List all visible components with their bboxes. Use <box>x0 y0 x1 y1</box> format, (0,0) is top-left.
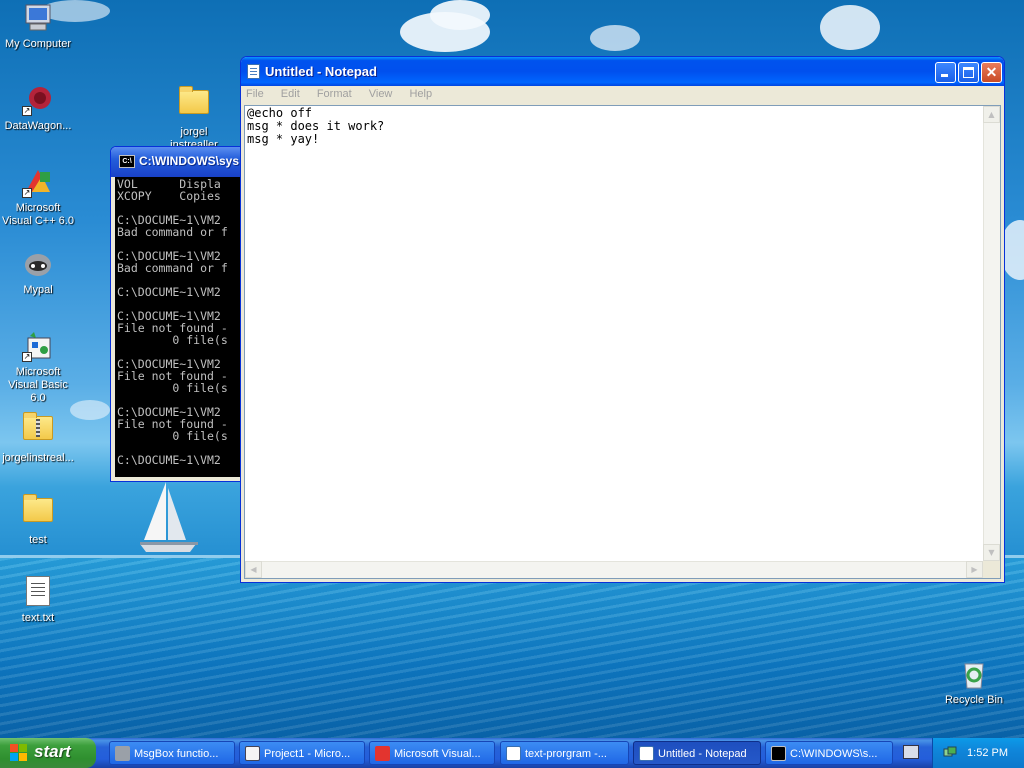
visual-basic-shortcut[interactable]: ↗ Microsoft Visual Basic 6.0 <box>0 330 76 405</box>
menu-format[interactable]: Format <box>315 88 354 100</box>
scroll-left-arrow-icon[interactable]: ◀ <box>245 561 262 578</box>
taskbar: start MsgBox functio... Project1 - Micro… <box>0 738 1024 768</box>
datawagon-shortcut[interactable]: ↗ DataWagon... <box>0 84 76 133</box>
system-tray: 1:52 PM <box>932 738 1024 768</box>
visual-basic-icon <box>245 746 260 761</box>
notepad-window[interactable]: Untitled - Notepad ✕ File Edit Format Vi… <box>240 56 1005 583</box>
minimize-button[interactable] <box>935 62 956 83</box>
folder-icon <box>22 494 54 530</box>
notepad-title: Untitled - Notepad <box>265 64 377 79</box>
visual-cpp-icon <box>375 746 390 761</box>
notepad-icon <box>506 746 521 761</box>
taskbar-button-label: C:\WINDOWS\s... <box>790 748 878 760</box>
taskbar-button-text-program[interactable]: text-prorgram -... <box>500 741 629 765</box>
start-label: start <box>34 742 71 761</box>
text-file-icon <box>22 576 54 608</box>
cloud <box>430 0 490 30</box>
computer-icon <box>22 2 54 34</box>
notepad-text[interactable]: @echo off msg * does it work? msg * yay! <box>247 107 982 560</box>
desktop-icon-label: text.txt <box>21 612 55 624</box>
start-button[interactable]: start <box>0 738 96 768</box>
sea <box>0 558 1024 738</box>
maximize-icon <box>963 67 974 78</box>
desktop-icon-label: DataWagon... <box>4 120 72 132</box>
vertical-scrollbar[interactable]: ▲ ▼ <box>983 106 1000 561</box>
raccoon-icon <box>115 746 130 761</box>
horizontal-scrollbar[interactable]: ◀ ▶ <box>245 561 983 578</box>
taskbar-button-msgbox[interactable]: MsgBox functio... <box>109 741 235 765</box>
shortcut-arrow-icon: ↗ <box>22 106 32 116</box>
text-txt-file[interactable]: text.txt <box>0 576 76 625</box>
scroll-down-arrow-icon[interactable]: ▼ <box>983 544 1000 561</box>
notepad-icon <box>639 746 654 761</box>
my-computer-icon[interactable]: My Computer <box>0 2 76 51</box>
shortcut-arrow-icon: ↗ <box>22 352 32 362</box>
cmd-output[interactable]: VOL Displa XCOPY Copies C:\DOCUME~1\VM2 … <box>115 177 249 477</box>
taskbar-button-label: Project1 - Micro... <box>264 748 351 760</box>
clock[interactable]: 1:52 PM <box>967 747 1008 759</box>
cmd-icon <box>771 746 786 761</box>
visual-cpp-shortcut[interactable]: ↗ Microsoft Visual C++ 6.0 <box>0 166 76 228</box>
taskbar-button-visual-studio[interactable]: Microsoft Visual... <box>369 741 495 765</box>
taskbar-button-project1[interactable]: Project1 - Micro... <box>239 741 365 765</box>
taskbar-button-label: text-prorgram -... <box>525 748 607 760</box>
scroll-right-arrow-icon[interactable]: ▶ <box>966 561 983 578</box>
menu-help[interactable]: Help <box>407 88 434 100</box>
cloud <box>820 5 880 50</box>
zip-folder-icon <box>22 412 54 448</box>
taskbar-button-notepad[interactable]: Untitled - Notepad <box>633 741 761 765</box>
cmd-title: C:\WINDOWS\sys <box>139 154 240 168</box>
visual-basic-icon: ↗ <box>22 330 54 362</box>
notepad-menu-bar: File Edit Format View Help <box>241 86 1004 105</box>
cloud <box>70 400 110 420</box>
cloud <box>590 25 640 51</box>
menu-view[interactable]: View <box>367 88 395 100</box>
keyboard-icon[interactable] <box>903 745 919 759</box>
cmd-icon: C:\ <box>119 155 135 168</box>
windows-logo-icon <box>10 744 28 762</box>
shortcut-arrow-icon: ↗ <box>22 188 32 198</box>
test-folder[interactable]: test <box>0 494 76 547</box>
desktop-icon-label: Microsoft Visual C++ 6.0 <box>2 202 74 227</box>
menu-edit[interactable]: Edit <box>279 88 302 100</box>
notepad-editor[interactable]: @echo off msg * does it work? msg * yay!… <box>244 105 1001 579</box>
desktop-icon-label: Recycle Bin <box>944 694 1004 706</box>
menu-file[interactable]: File <box>244 88 266 100</box>
taskbar-button-label: Microsoft Visual... <box>394 748 481 760</box>
taskbar-button-cmd[interactable]: C:\WINDOWS\s... <box>765 741 893 765</box>
command-prompt-window[interactable]: C:\ C:\WINDOWS\sys VOL Displa XCOPY Copi… <box>110 146 250 482</box>
jorgelinstreal-zip[interactable]: jorgelinstreal... <box>0 412 76 465</box>
recycle-bin[interactable]: Recycle Bin <box>936 658 1012 707</box>
cmd-title-bar[interactable]: C:\ C:\WINDOWS\sys <box>111 147 249 177</box>
network-icon[interactable] <box>943 746 957 760</box>
visual-cpp-icon: ↗ <box>22 166 54 198</box>
desktop-icon-label: test <box>29 534 47 546</box>
taskbar-button-label: Untitled - Notepad <box>658 748 747 760</box>
close-button[interactable]: ✕ <box>981 62 1002 83</box>
resize-grip[interactable] <box>983 561 1000 578</box>
desktop-icon-label: jorgelinstreal... <box>2 452 74 464</box>
sailboat-image <box>140 482 198 552</box>
raccoon-icon <box>22 248 54 280</box>
recycle-bin-icon <box>958 658 990 690</box>
desktop-icon-label: Mypal <box>23 284 53 296</box>
notepad-icon <box>247 64 260 79</box>
jorgel-instrealler-folder[interactable]: jorgel instrealler <box>156 86 232 152</box>
scroll-up-arrow-icon[interactable]: ▲ <box>983 106 1000 123</box>
desktop-icon-label: Microsoft Visual Basic 6.0 <box>8 366 68 404</box>
close-icon: ✕ <box>985 64 998 80</box>
minimize-icon <box>941 74 948 77</box>
notepad-title-bar[interactable]: Untitled - Notepad ✕ <box>241 57 1004 86</box>
desktop-icon-label: My Computer <box>4 38 72 50</box>
taskbar-button-label: MsgBox functio... <box>134 748 219 760</box>
folder-icon <box>178 86 210 122</box>
mypal-shortcut[interactable]: Mypal <box>0 248 76 297</box>
maximize-button[interactable] <box>958 62 979 83</box>
datawagon-icon: ↗ <box>22 84 54 116</box>
